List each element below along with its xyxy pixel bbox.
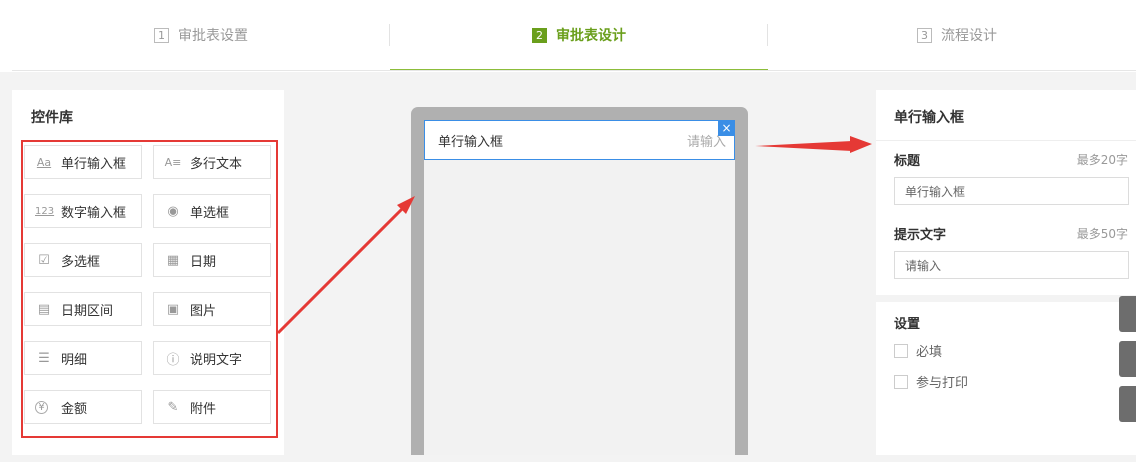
control-label: 明细 [61,352,88,368]
attachment-icon: ✎ [167,399,179,415]
control-date[interactable]: ▦ 日期 [153,243,271,277]
control-number[interactable]: 123 数字输入框 [24,194,142,228]
properties-title: 单行输入框 [894,110,964,126]
control-description-text[interactable]: ⓘ 说明文字 [153,341,271,375]
hint-field-limit: 最多50字 [1076,227,1128,241]
phone-icon[interactable] [1119,341,1136,377]
section-gap [876,295,1136,302]
required-checkbox[interactable] [894,343,908,358]
control-single-line[interactable]: Aa 单行输入框 [24,145,142,179]
detail-list-icon: ☰ [38,350,50,366]
feedback-icon[interactable] [1119,386,1136,422]
control-label: 日期 [190,254,217,270]
control-label: 单选框 [190,205,230,221]
required-label: 必填 [916,345,943,360]
image-icon: ▣ [166,301,180,317]
required-option[interactable]: 必填 [894,341,942,360]
title-field-label: 标题 [894,154,921,169]
step-approval-design[interactable]: 2 审批表设计 [390,0,768,71]
control-label: 单行输入框 [61,156,127,172]
calendar-icon: ▦ [166,252,180,268]
print-checkbox[interactable] [894,374,908,389]
radio-icon: ◉ [167,203,179,219]
control-label: 附件 [190,401,217,417]
print-option[interactable]: 参与打印 [894,372,968,391]
checkbox-icon: ☑ [38,252,50,268]
step-number: 2 [532,27,547,43]
close-icon[interactable]: × [718,120,735,136]
step-flow-design[interactable]: 3 流程设计 [768,0,1136,70]
control-multi-line[interactable]: A≡ 多行文本 [153,145,271,179]
step-label: 审批表设计 [556,28,626,44]
control-image[interactable]: ▣ 图片 [153,292,271,326]
control-detail[interactable]: ☰ 明细 [24,341,142,375]
step-bar-divider [12,70,1136,71]
phone-screen[interactable]: 单行输入框 请输入 × [424,120,735,460]
preview-field-label: 单行输入框 [438,134,504,150]
form-preview-area: 单行输入框 请输入 × [284,90,876,462]
control-date-range[interactable]: ▤ 日期区间 [24,292,142,326]
control-library-panel: 控件库 Aa 单行输入框 A≡ 多行文本 123 数字输入框 ◉ 单选框 ☑ 多… [12,90,284,462]
control-label: 说明文字 [190,352,243,368]
text-multiline-icon: A≡ [164,155,182,169]
hint-field-label: 提示文字 [894,228,947,243]
date-range-icon: ▤ [37,301,51,317]
step-bar: 1 审批表设置 2 审批表设计 3 流程设计 [0,0,1136,72]
control-label: 数字输入框 [61,205,127,221]
control-amount[interactable]: ¥ 金额 [24,390,142,424]
control-list-highlight: Aa 单行输入框 A≡ 多行文本 123 数字输入框 ◉ 单选框 ☑ 多选框 ▦… [21,140,278,438]
text-line-icon: Aa [36,155,52,169]
control-label: 日期区间 [61,303,114,319]
step-approval-settings[interactable]: 1 审批表设置 [12,0,390,70]
properties-form: 标题 最多20字 单行输入框 提示文字 最多50字 请输入 [876,140,1136,295]
control-label: 图片 [190,303,217,319]
hint-input[interactable]: 请输入 [894,251,1129,279]
control-label: 金额 [61,401,88,417]
control-attachment[interactable]: ✎ 附件 [153,390,271,424]
step-label: 审批表设置 [178,28,248,44]
info-icon: ⓘ [166,352,180,368]
number-icon: 123 [35,205,55,217]
step-number: 3 [917,27,932,43]
preview-single-line-field[interactable]: 单行输入框 请输入 × [424,120,735,160]
yen-icon: ¥ [35,400,48,414]
settings-label: 设置 [894,317,921,332]
control-library-title: 控件库 [31,110,73,126]
control-label: 多选框 [61,254,101,270]
bottom-strip [0,455,1136,462]
step-label: 流程设计 [941,28,997,44]
title-field-limit: 最多20字 [1076,153,1128,167]
step-number: 1 [154,27,169,43]
phone-frame: 单行输入框 请输入 × [411,107,748,462]
control-radio[interactable]: ◉ 单选框 [153,194,271,228]
control-checkbox[interactable]: ☑ 多选框 [24,243,142,277]
control-label: 多行文本 [190,156,243,172]
print-label: 参与打印 [916,376,969,391]
title-input[interactable]: 单行输入框 [894,177,1129,205]
chat-icon[interactable] [1119,296,1136,332]
properties-panel: 单行输入框 标题 最多20字 单行输入框 提示文字 最多50字 请输入 设置 必… [876,90,1136,462]
